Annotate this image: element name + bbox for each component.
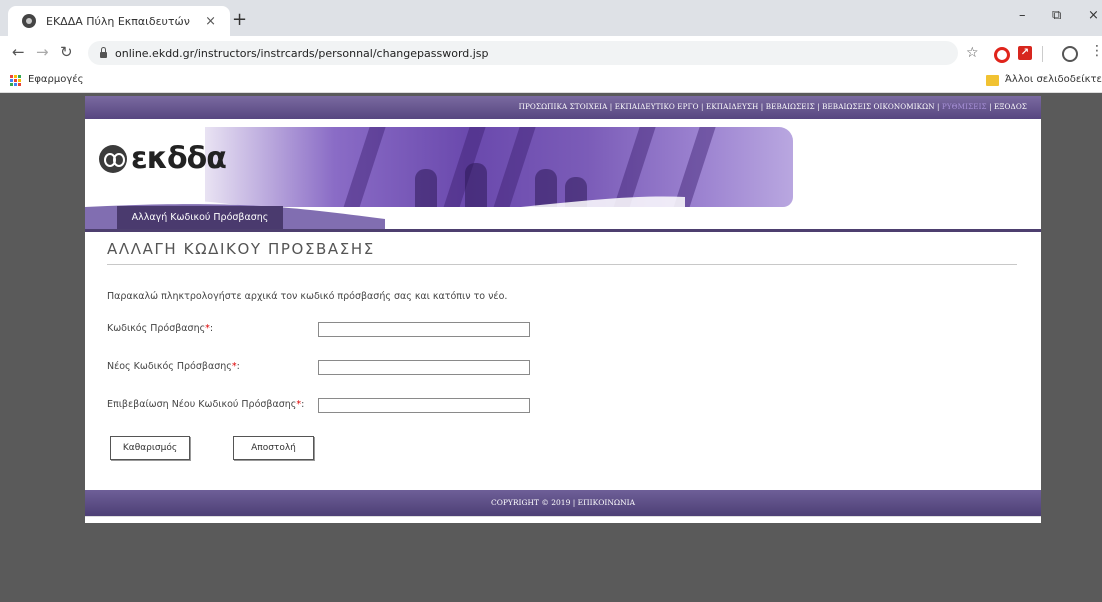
bookmarks-bar: Εφαρμογές Άλλοι σελιδοδείκτες	[0, 70, 1102, 93]
logo-wordmark: εκδδα	[131, 141, 227, 176]
apps-grid-icon[interactable]	[10, 75, 22, 87]
tab-close-icon[interactable]: ×	[205, 14, 216, 29]
nav-link-4[interactable]: ΒΕΒΑΙΩΣΕΙΣ	[766, 102, 815, 111]
footer-bar: COPYRIGHT © 2019 | ΕΠΙΚΟΙΝΩΝΙΑ	[85, 490, 1041, 516]
toolbar-separator	[1042, 46, 1043, 62]
top-navigation: ΠΡΟΣΩΠΙΚΑ ΣΤΟΙΧΕΙΑ | ΕΚΠΑΙΔΕΥΤΙΚΟ ΕΡΓΟ |…	[85, 96, 1041, 119]
pdf-extension-icon[interactable]: ↗	[1018, 46, 1032, 60]
nav-separator: |	[758, 102, 766, 111]
lock-icon	[100, 47, 107, 58]
current-password-input[interactable]	[318, 322, 530, 337]
title-underline	[107, 264, 1017, 265]
back-icon[interactable]: ←	[12, 44, 25, 60]
confirm-password-input[interactable]	[318, 398, 530, 413]
clear-button[interactable]: Καθαρισμός	[110, 436, 190, 460]
bookmark-star-icon[interactable]: ☆	[966, 45, 979, 61]
address-bar[interactable]: online.ekdd.gr/instructors/instrcards/pe…	[88, 41, 958, 65]
nav-separator: |	[607, 102, 615, 111]
nav-link-3[interactable]: ΕΚΠΑΙΔΕΥΣΗ	[706, 102, 758, 111]
confirm-password-label: Επιβεβαίωση Νέου Κωδικού Πρόσβασης*:	[107, 399, 305, 410]
folder-icon	[986, 75, 999, 86]
opera-extension-icon[interactable]	[994, 47, 1010, 63]
nav-link-1[interactable]: ΠΡΟΣΩΠΙΚΑ ΣΤΟΙΧΕΙΑ	[519, 102, 608, 111]
nav-separator: |	[814, 102, 823, 111]
nav-link-5[interactable]: ΒΕΒΑΙΩΣΕΙΣ ΟΙΚΟΝΟΜΙΚΩΝ	[822, 102, 935, 111]
ekdda-logo-icon	[99, 145, 127, 173]
header-banner: εκδδα Αλλαγή Κωδικού Πρόσβασης	[85, 119, 1041, 229]
section-tab: Αλλαγή Κωδικού Πρόσβασης	[117, 206, 283, 229]
nav-link-2[interactable]: ΕΚΠΑΙΔΕΥΤΙΚΟ ΕΡΓΟ	[615, 102, 699, 111]
current-password-label: Κωδικός Πρόσβασης*:	[107, 323, 214, 334]
new-tab-icon[interactable]: +	[232, 11, 247, 29]
page-container: ΠΡΟΣΩΠΙΚΑ ΣΤΟΙΧΕΙΑ | ΕΚΠΑΙΔΕΥΤΙΚΟ ΕΡΓΟ |…	[85, 96, 1041, 523]
browser-tab-strip: ΕΚΔΔΑ Πύλη Εκπαιδευτών × + – ⧉ ×	[0, 0, 1102, 36]
address-toolbar: ← → ↻ online.ekdd.gr/instructors/instrca…	[0, 36, 1102, 70]
instructions-text: Παρακαλώ πληκτρολογήστε αρχικά τον κωδικ…	[107, 291, 508, 302]
tab-title: ΕΚΔΔΑ Πύλη Εκπαιδευτών	[46, 14, 190, 28]
submit-button[interactable]: Αποστολή	[233, 436, 314, 460]
nav-separator: |	[986, 102, 995, 111]
new-password-input[interactable]	[318, 360, 530, 375]
reload-icon[interactable]: ↻	[60, 44, 73, 60]
profile-icon[interactable]	[1062, 46, 1078, 62]
nav-link-7[interactable]: ΕΞΟΔΟΣ	[994, 102, 1027, 111]
forward-icon[interactable]: →	[36, 44, 49, 60]
url-text: online.ekdd.gr/instructors/instrcards/pe…	[115, 46, 489, 60]
page-title: ΑΛΛΑΓΗ ΚΩΔΙΚΟΥ ΠΡΟΣΒΑΣΗΣ	[107, 240, 375, 258]
minimize-icon[interactable]: –	[1019, 8, 1026, 23]
new-password-label: Νέος Κωδικός Πρόσβασης*:	[107, 361, 240, 372]
header-divider	[85, 229, 1041, 232]
browser-tab[interactable]: ΕΚΔΔΑ Πύλη Εκπαιδευτών ×	[8, 6, 230, 36]
bookmark-apps[interactable]: Εφαρμογές	[28, 74, 84, 85]
nav-separator: |	[698, 102, 706, 111]
ekdda-logo[interactable]: εκδδα	[99, 141, 227, 176]
nav-separator: |	[934, 102, 942, 111]
window-close-icon[interactable]: ×	[1088, 8, 1099, 23]
restore-icon[interactable]: ⧉	[1052, 8, 1061, 23]
menu-kebab-icon[interactable]: ⋮	[1090, 43, 1102, 59]
nav-link-6[interactable]: ΡΥΘΜΙΣΕΙΣ	[942, 102, 987, 111]
footer-bottom-line	[85, 516, 1041, 523]
footer-text[interactable]: COPYRIGHT © 2019 | ΕΠΙΚΟΙΝΩΝΙΑ	[85, 498, 1041, 507]
top-nav-links: ΠΡΟΣΩΠΙΚΑ ΣΤΟΙΧΕΙΑ | ΕΚΠΑΙΔΕΥΤΙΚΟ ΕΡΓΟ |…	[519, 102, 1027, 111]
bookmark-other[interactable]: Άλλοι σελιδοδείκτες	[1005, 74, 1102, 85]
site-favicon-icon	[22, 14, 36, 28]
